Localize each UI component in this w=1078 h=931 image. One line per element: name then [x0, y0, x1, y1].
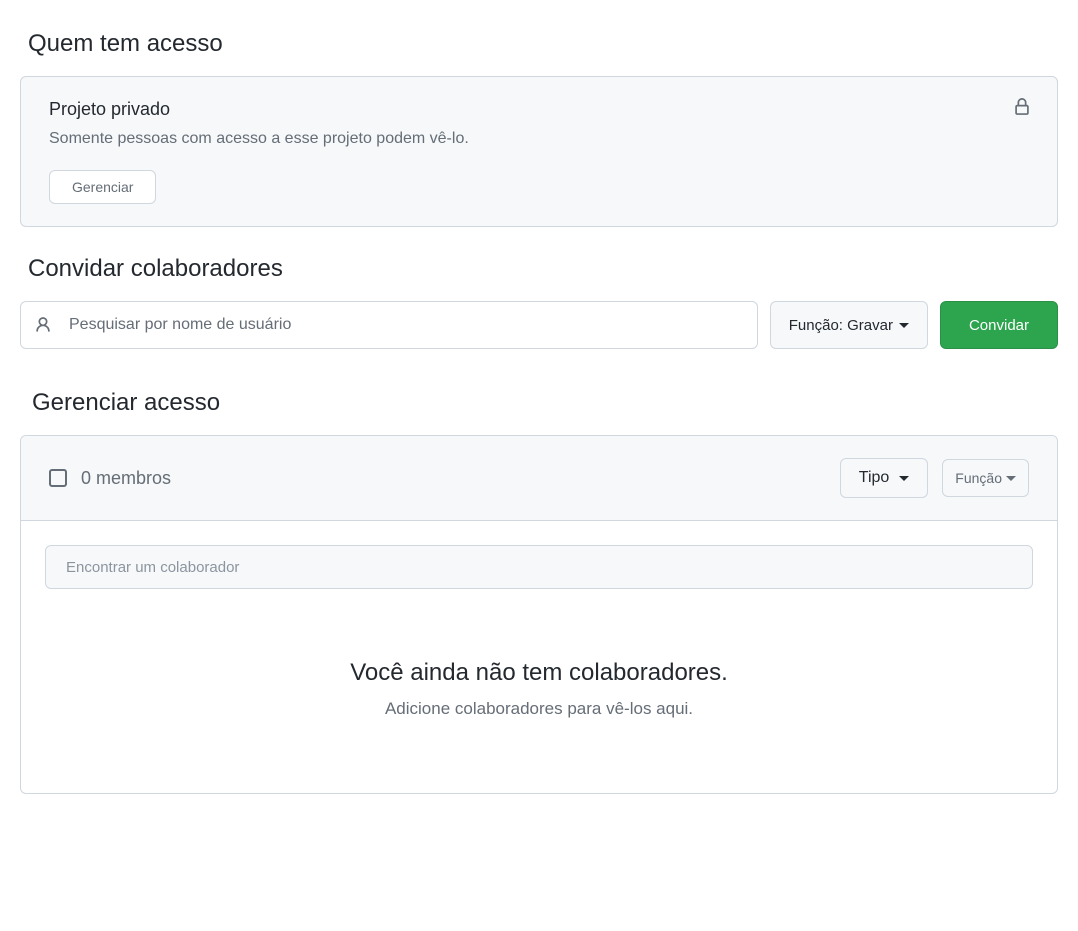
role-filter-dropdown[interactable]: Função — [942, 459, 1029, 497]
role-filter-label: Função — [955, 470, 1002, 486]
members-count-label: 0 membros — [81, 468, 826, 489]
chevron-down-icon — [899, 476, 909, 481]
role-select-dropdown[interactable]: Função: Gravar — [770, 301, 928, 349]
manage-access-heading: Gerenciar acesso — [20, 389, 1058, 417]
person-icon — [34, 316, 52, 334]
select-all-checkbox[interactable] — [49, 469, 67, 487]
empty-state: Você ainda não tem colaboradores. Adicio… — [45, 589, 1033, 769]
role-select-label: Função: Gravar — [789, 317, 893, 334]
chevron-down-icon — [1006, 476, 1016, 481]
type-filter-label: Tipo — [859, 469, 890, 487]
chevron-down-icon — [899, 323, 909, 328]
invite-collaborators-heading: Convidar colaboradores — [20, 255, 1058, 283]
search-wrapper — [20, 301, 758, 349]
type-filter-dropdown[interactable]: Tipo — [840, 458, 929, 498]
private-project-desc: Somente pessoas com acesso a esse projet… — [49, 130, 1029, 148]
find-collaborator-input[interactable] — [45, 545, 1033, 589]
manage-button[interactable]: Gerenciar — [49, 170, 156, 204]
invite-row: Função: Gravar Convidar — [20, 301, 1058, 349]
empty-state-title: Você ainda não tem colaboradores. — [65, 659, 1013, 687]
lock-icon — [1013, 97, 1031, 117]
private-project-title: Projeto privado — [49, 99, 1029, 120]
empty-state-desc: Adicione colaboradores para vê-los aqui. — [65, 699, 1013, 719]
manage-access-box: 0 membros Tipo Função Você ainda não tem… — [20, 435, 1058, 794]
manage-access-body: Você ainda não tem colaboradores. Adicio… — [21, 521, 1057, 793]
who-has-access-heading: Quem tem acesso — [20, 30, 1058, 58]
private-project-card: Projeto privado Somente pessoas com aces… — [20, 76, 1058, 227]
invite-button[interactable]: Convidar — [940, 301, 1058, 349]
search-input[interactable] — [20, 301, 758, 349]
manage-access-header: 0 membros Tipo Função — [21, 436, 1057, 521]
